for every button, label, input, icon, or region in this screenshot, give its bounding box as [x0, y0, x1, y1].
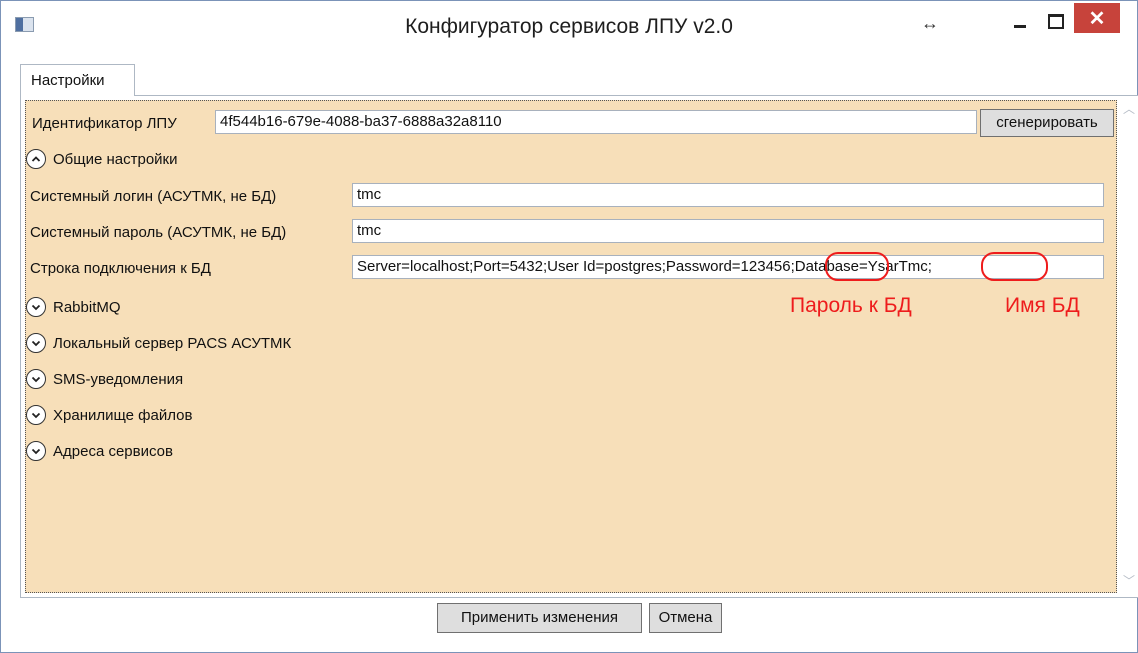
minimize-button[interactable] [1003, 5, 1037, 37]
dbname-highlight [981, 252, 1048, 281]
password-annotation: Пароль к БД [790, 294, 912, 317]
scroll-up-icon[interactable]: ︿ [1123, 100, 1135, 117]
settings-content: Идентификатор ЛПУ 4f544b16-679e-4088-ba3… [25, 100, 1117, 593]
close-button[interactable]: ✕ [1074, 3, 1120, 33]
maximize-button[interactable] [1039, 5, 1073, 37]
dbname-annotation: Имя БД [1005, 294, 1080, 317]
resize-arrows-icon: ↔ [921, 13, 939, 33]
expander-label: RabbitMQ [53, 298, 121, 316]
expander-rabbitmq[interactable]: RabbitMQ [26, 295, 121, 319]
lpu-id-input[interactable]: 4f544b16-679e-4088-ba37-6888a32a8110 [215, 110, 977, 134]
apply-button[interactable]: Применить изменения [437, 603, 642, 633]
tab-panel: Идентификатор ЛПУ 4f544b16-679e-4088-ba3… [20, 95, 1138, 598]
cancel-button[interactable]: Отмена [649, 603, 722, 633]
expander-pacs[interactable]: Локальный сервер PACS АСУТМК [26, 331, 291, 355]
expander-sms[interactable]: SMS-уведомления [26, 367, 183, 391]
expander-service-addresses[interactable]: Адреса сервисов [26, 439, 173, 463]
system-password-input[interactable]: tmc [352, 219, 1104, 243]
chevron-down-icon [26, 441, 46, 461]
minimize-icon [1014, 24, 1026, 28]
chevron-down-icon [26, 369, 46, 389]
expander-general[interactable]: Общие настройки [26, 147, 178, 171]
expander-label: Адреса сервисов [53, 442, 173, 460]
tab-settings[interactable]: Настройки [20, 64, 135, 96]
scroll-down-icon[interactable]: ﹀ [1123, 572, 1135, 589]
chevron-down-icon [26, 297, 46, 317]
expander-label: Локальный сервер PACS АСУТМК [53, 334, 292, 352]
expander-label: Общие настройки [53, 150, 178, 168]
title-bar[interactable]: Конфигуратор сервисов ЛПУ v2.0 ↔ ✕ [1, 1, 1137, 55]
expander-label: Хранилище файлов [53, 406, 193, 424]
generate-button[interactable]: сгенерировать [980, 109, 1114, 137]
expander-label: SMS-уведомления [53, 370, 184, 388]
system-login-label: Системный логин (АСУТМК, не БД) [30, 188, 277, 205]
system-password-label: Системный пароль (АСУТМК, не БД) [30, 224, 287, 241]
password-highlight [825, 252, 889, 281]
chevron-down-icon [26, 405, 46, 425]
chevron-down-icon [26, 333, 46, 353]
expander-file-storage[interactable]: Хранилище файлов [26, 403, 192, 427]
lpu-id-label: Идентификатор ЛПУ [32, 115, 177, 132]
maximize-icon [1048, 13, 1064, 29]
connection-string-label: Строка подключения к БД [30, 260, 211, 277]
close-icon: ✕ [1088, 7, 1106, 30]
app-window: Конфигуратор сервисов ЛПУ v2.0 ↔ ✕ Настр… [0, 0, 1138, 653]
window-title: Конфигуратор сервисов ЛПУ v2.0 [405, 15, 733, 38]
system-login-input[interactable]: tmc [352, 183, 1104, 207]
vertical-scrollbar[interactable]: ︿ ﹀ [1119, 96, 1137, 595]
chevron-up-icon [26, 149, 46, 169]
